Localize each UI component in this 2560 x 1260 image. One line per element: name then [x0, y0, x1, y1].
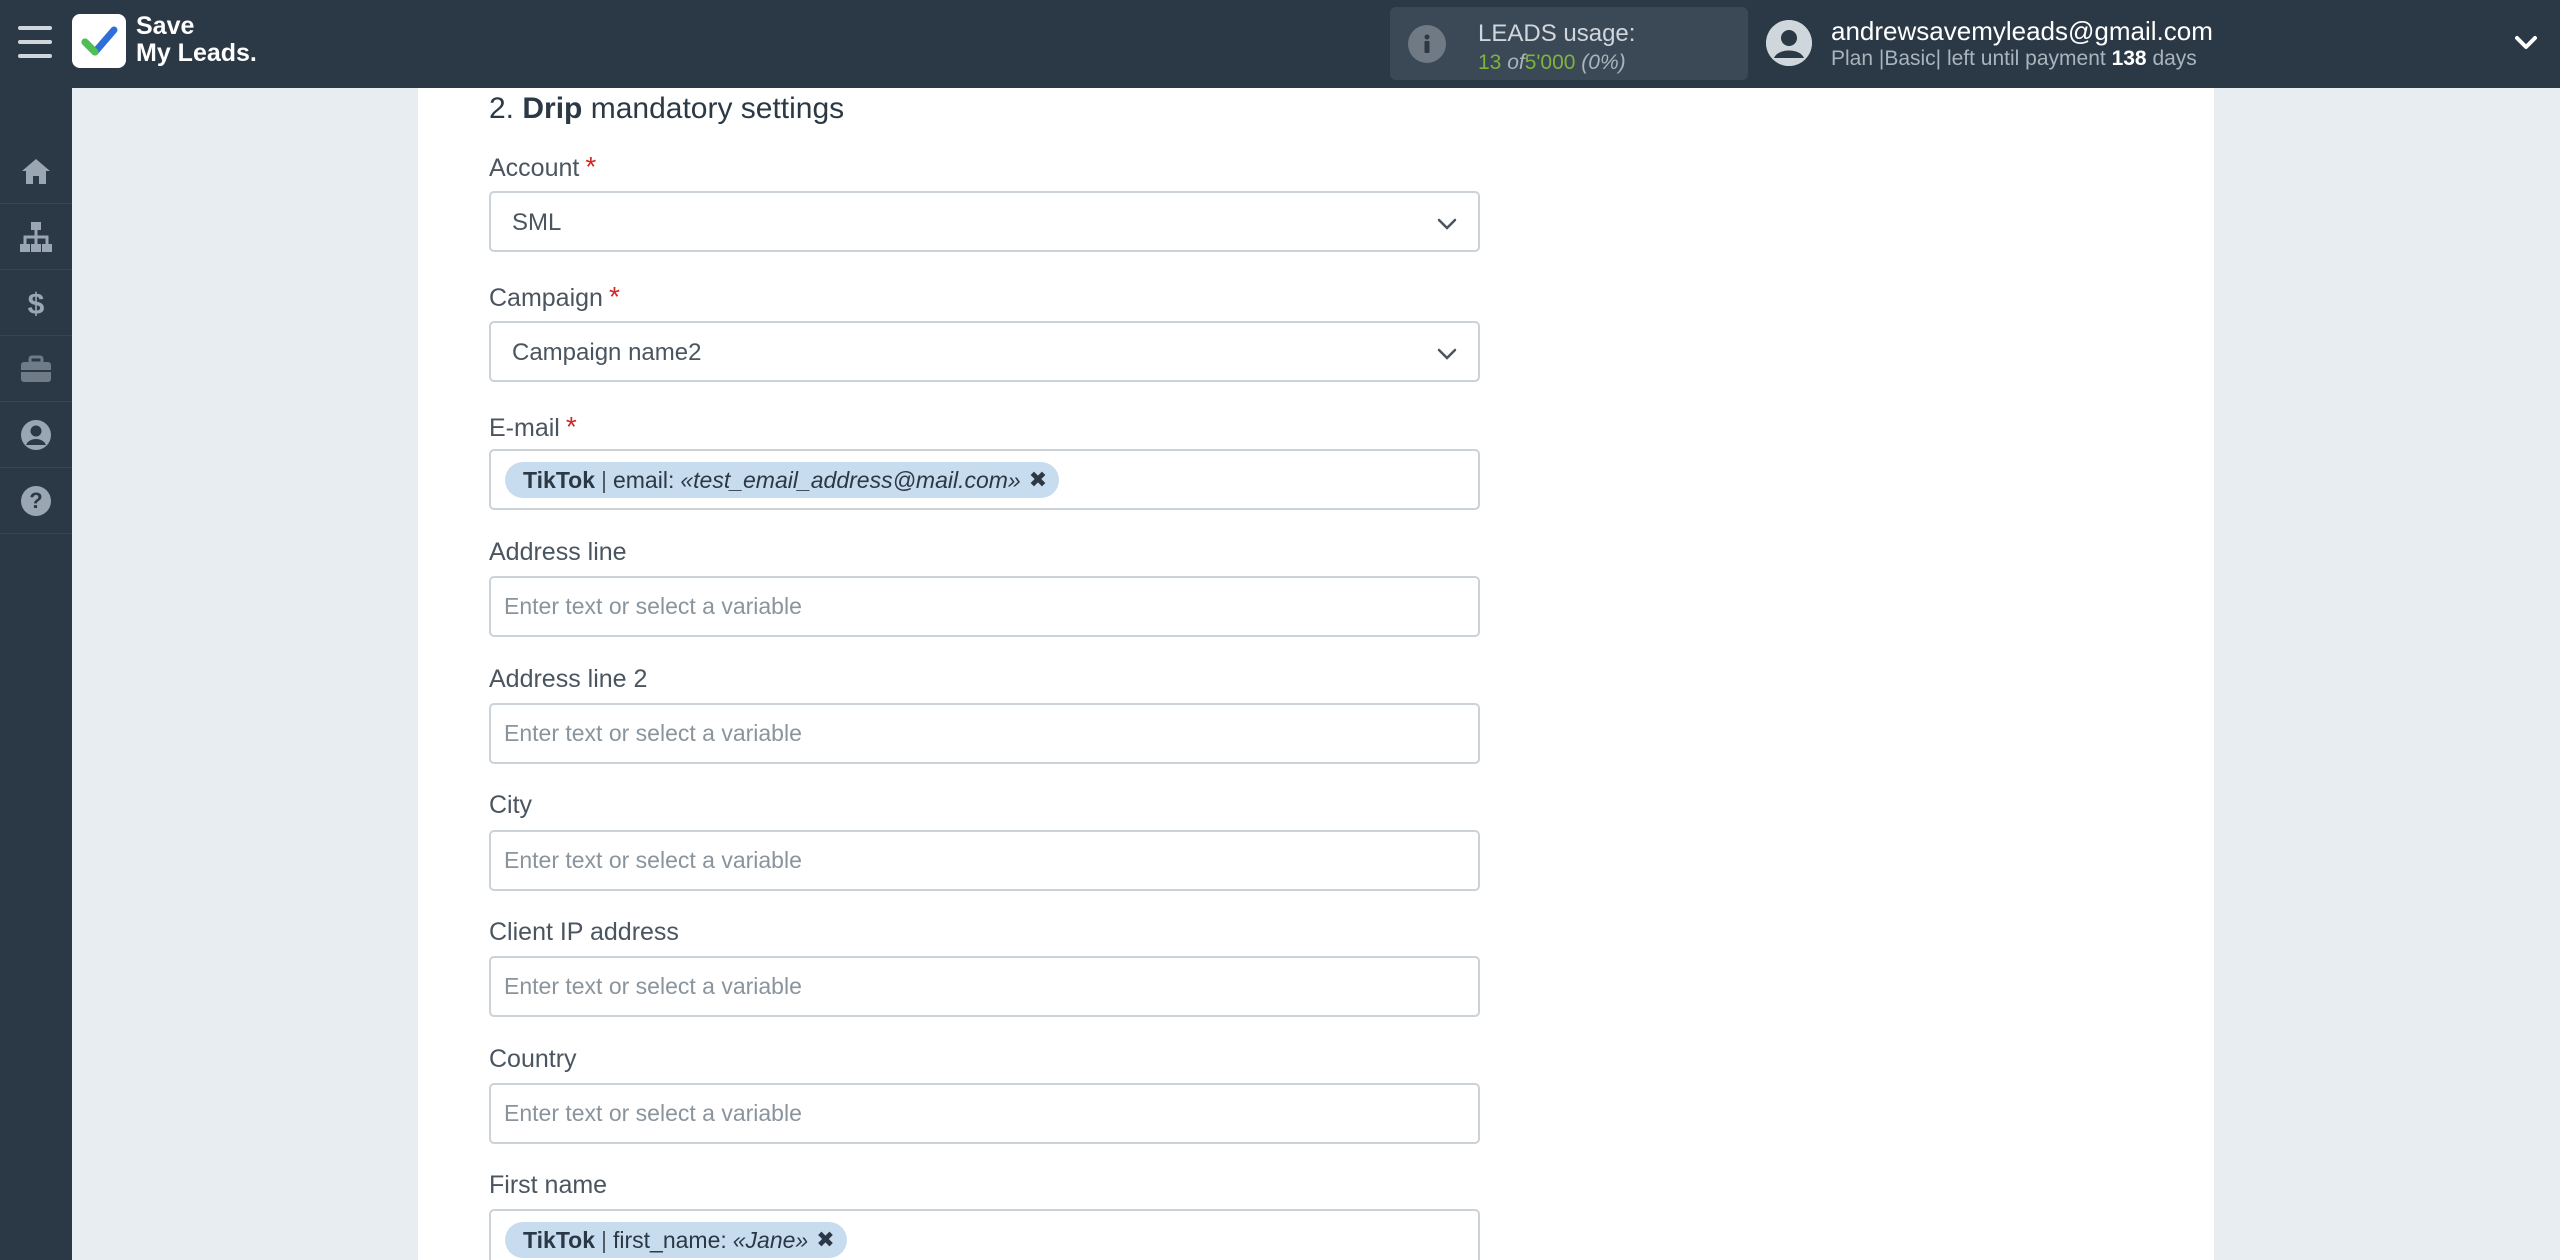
tag-value: «test_email_address@mail.com» [680, 466, 1021, 493]
section-title: 2. Drip mandatory settings [489, 92, 844, 126]
remove-tag-icon[interactable]: ✖ [1029, 467, 1047, 493]
sitemap-icon [20, 221, 52, 252]
address-line-text-input[interactable] [491, 578, 1478, 635]
variable-tag[interactable]: TikTok | first_name: «Jane» ✖ [505, 1222, 847, 1258]
city-input[interactable] [489, 830, 1480, 891]
user-email[interactable]: andrewsavemyleads@gmail.com [1831, 16, 2213, 47]
plan-suffix: days [2152, 47, 2197, 70]
tag-source: TikTok [523, 1226, 595, 1253]
campaign-select[interactable]: Campaign name2 [489, 321, 1480, 382]
tag-separator: | [601, 466, 607, 493]
plan-info: Plan |Basic| left until payment 138 days [1831, 47, 2197, 71]
address-line-2-text-input[interactable] [491, 705, 1478, 762]
address-line-label: Address line [489, 538, 627, 566]
section-service: Drip [522, 92, 583, 125]
country-input[interactable] [489, 1083, 1480, 1144]
leads-usage-panel: LEADS usage: 13 of5'000 (0%) [1390, 7, 1748, 80]
client-ip-input[interactable] [489, 956, 1480, 1017]
logo-text[interactable]: Save My Leads. [136, 13, 257, 67]
briefcase-icon [21, 355, 51, 382]
account-select[interactable]: SML [489, 191, 1480, 252]
sidebar-item-account[interactable] [0, 402, 72, 468]
sidebar-item-help[interactable]: ? [0, 468, 72, 534]
account-select-value: SML [512, 209, 562, 236]
home-icon [22, 158, 50, 184]
city-label: City [489, 791, 533, 819]
email-field[interactable]: TikTok | email: «test_email_address@mail… [489, 449, 1480, 510]
country-text-input[interactable] [491, 1085, 1478, 1142]
campaign-label-text: Campaign [489, 284, 603, 312]
logo-line-1: Save [136, 12, 195, 40]
sidebar: $ ? [0, 88, 72, 1260]
sidebar-item-billing[interactable]: $ [0, 270, 72, 336]
chevron-down-icon [1437, 218, 1457, 230]
plan-prefix: Plan |Basic| left until payment [1831, 47, 2106, 70]
sidebar-item-home[interactable] [0, 138, 72, 204]
tag-source: TikTok [523, 466, 595, 493]
required-marker: * [585, 151, 597, 182]
required-marker: * [565, 411, 577, 442]
help-icon: ? [21, 485, 51, 516]
tag-separator: | [601, 1226, 607, 1253]
tag-field: email: [612, 466, 675, 493]
usage-used: 13 [1478, 51, 1502, 74]
section-subtitle: mandatory settings [590, 92, 845, 125]
address-line-2-input[interactable] [489, 703, 1480, 764]
campaign-select-value: Campaign name2 [512, 339, 702, 366]
city-text-input[interactable] [491, 832, 1478, 889]
required-marker: * [608, 281, 620, 312]
chevron-down-icon[interactable] [2512, 28, 2540, 56]
menu-toggle-icon[interactable] [18, 26, 52, 58]
dollar-icon: $ [28, 288, 45, 321]
sidebar-item-connections[interactable] [0, 204, 72, 270]
client-ip-text-input[interactable] [491, 958, 1478, 1015]
usage-title: LEADS usage: [1478, 20, 1636, 47]
top-header: Save My Leads. LEADS usage: 13 of5'000 (… [0, 0, 2560, 88]
address-line-input[interactable] [489, 576, 1480, 637]
chevron-down-icon [1437, 348, 1457, 360]
svg-text:$: $ [28, 288, 45, 321]
variable-tag[interactable]: TikTok | email: «test_email_address@mail… [505, 462, 1060, 498]
tag-value: «Jane» [732, 1226, 809, 1253]
first-name-label: First name [489, 1171, 608, 1199]
country-label: Country [489, 1045, 577, 1073]
campaign-label: Campaign * [489, 281, 620, 313]
plan-days: 138 [2111, 47, 2147, 70]
svg-text:?: ? [29, 488, 42, 513]
logo-line-2: My Leads. [136, 39, 257, 67]
user-circle-icon [21, 419, 51, 450]
address-line-2-label: Address line 2 [489, 665, 648, 693]
info-icon[interactable] [1408, 25, 1446, 63]
usage-of: of [1507, 51, 1525, 74]
sidebar-item-tools[interactable] [0, 336, 72, 402]
email-label: E-mail * [489, 411, 577, 443]
client-ip-label: Client IP address [489, 918, 679, 946]
usage-percent: (0%) [1581, 51, 1626, 74]
email-label-text: E-mail [489, 414, 560, 442]
usage-total: 5'000 [1524, 51, 1576, 74]
account-label-text: Account [489, 154, 580, 182]
account-label: Account * [489, 151, 596, 183]
first-name-field[interactable]: TikTok | first_name: «Jane» ✖ [489, 1209, 1480, 1260]
remove-tag-icon[interactable]: ✖ [816, 1227, 834, 1253]
avatar-icon[interactable] [1766, 20, 1812, 66]
section-number: 2. [489, 92, 515, 125]
logo-icon[interactable] [72, 14, 126, 68]
tag-field: first_name: [612, 1226, 727, 1253]
usage-value: 13 of5'000 (0%) [1478, 51, 1626, 75]
